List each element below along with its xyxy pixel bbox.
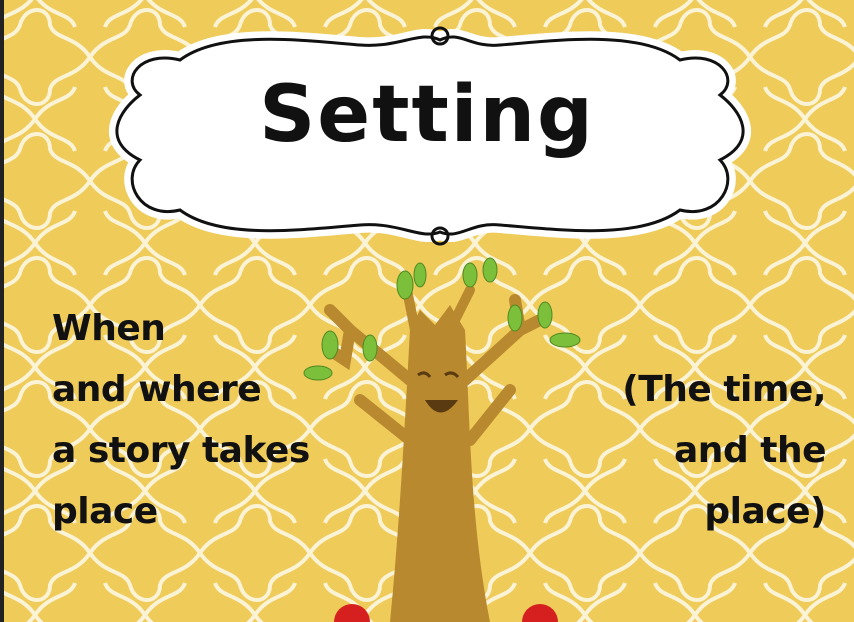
definition-line: a story takes [52,430,310,471]
definition-line: When [52,308,166,349]
explanation-line: and the [674,430,826,471]
definition-line: place [52,491,158,532]
explanation-line: (The time, [622,369,826,410]
slide-title: Setting [259,70,595,160]
definition-line: and where [52,369,262,410]
definition-text: When and where a story takes place [52,298,310,542]
explanation-line: place) [704,491,826,532]
explanation-text: (The time, and the place) [622,359,826,542]
